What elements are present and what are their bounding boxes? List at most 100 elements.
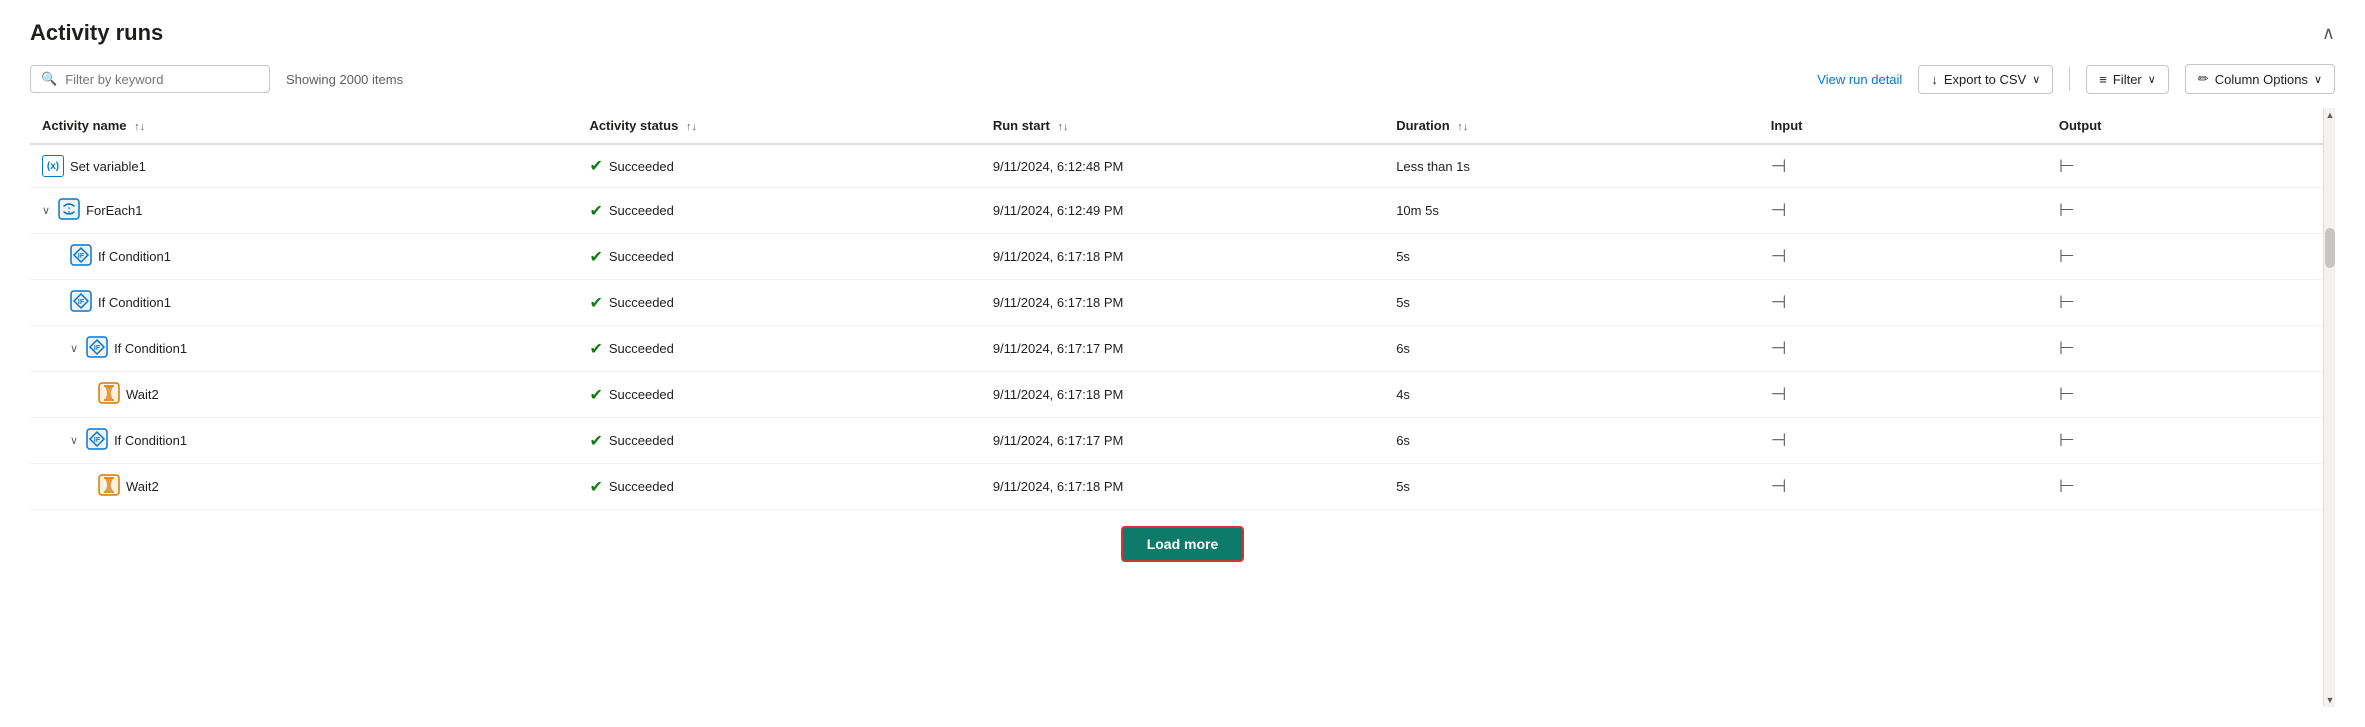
- activity-name-cell: (x) Set variable1: [30, 144, 577, 188]
- input-icon[interactable]: ⊣: [1771, 384, 1787, 404]
- load-more-button[interactable]: Load more: [1121, 526, 1245, 562]
- run-start-cell: 9/11/2024, 6:17:18 PM: [981, 372, 1384, 418]
- activity-status-cell: ✔ Succeeded: [577, 188, 980, 234]
- run-start-text: 9/11/2024, 6:17:18 PM: [993, 479, 1124, 494]
- run-start-text: 9/11/2024, 6:17:17 PM: [993, 433, 1124, 448]
- run-start-cell: 9/11/2024, 6:17:18 PM: [981, 280, 1384, 326]
- view-run-detail-link[interactable]: View run detail: [1817, 72, 1902, 87]
- status-text: Succeeded: [609, 341, 674, 356]
- activity-name-text: If Condition1: [114, 433, 187, 448]
- succeeded-check-icon: ✔: [589, 156, 602, 176]
- collapse-row-icon[interactable]: ∨: [70, 434, 78, 447]
- status-text: Succeeded: [609, 387, 674, 402]
- activity-runs-table: Activity name ↑↓ Activity status ↑↓ Run …: [30, 108, 2335, 578]
- input-icon[interactable]: ⊣: [1771, 292, 1787, 312]
- sort-activity-status-icon[interactable]: ↑↓: [686, 121, 697, 133]
- duration-text: 5s: [1396, 249, 1410, 264]
- input-icon[interactable]: ⊣: [1771, 200, 1787, 220]
- page-title: Activity runs: [30, 20, 163, 46]
- run-start-cell: 9/11/2024, 6:17:17 PM: [981, 418, 1384, 464]
- input-icon[interactable]: ⊣: [1771, 430, 1787, 450]
- output-cell: ⊢: [2047, 188, 2335, 234]
- activity-name-cell: Wait2: [30, 372, 577, 418]
- input-icon[interactable]: ⊣: [1771, 156, 1787, 176]
- output-icon[interactable]: ⊢: [2059, 292, 2075, 312]
- output-icon[interactable]: ⊢: [2059, 200, 2075, 220]
- sort-duration-icon[interactable]: ↑↓: [1457, 121, 1468, 133]
- output-icon[interactable]: ⊢: [2059, 156, 2075, 176]
- col-activity-status[interactable]: Activity status ↑↓: [577, 108, 980, 144]
- status-badge: ✔ Succeeded: [589, 339, 968, 359]
- collapse-panel-icon[interactable]: ∧: [2322, 23, 2335, 44]
- search-input[interactable]: [65, 72, 259, 87]
- activity-icon: IF: [70, 244, 92, 269]
- table-row: ∨ ForEach1 ✔ Succeeded 9/11/2024, 6:12:4…: [30, 188, 2335, 234]
- filter-chevron-icon: ∨: [2148, 73, 2156, 86]
- table-row: IF If Condition1 ✔ Succeeded 9/11/2024, …: [30, 280, 2335, 326]
- duration-text: 6s: [1396, 341, 1410, 356]
- collapse-row-icon[interactable]: ∨: [42, 204, 50, 217]
- toolbar-left: 🔍 Showing 2000 items: [30, 65, 403, 93]
- col-run-start[interactable]: Run start ↑↓: [981, 108, 1384, 144]
- activity-icon: [58, 198, 80, 223]
- export-csv-button[interactable]: ↓ Export to CSV ∨: [1918, 65, 2053, 94]
- scrollbar-thumb[interactable]: [2325, 228, 2335, 268]
- status-badge: ✔ Succeeded: [589, 156, 968, 176]
- input-cell: ⊣: [1759, 326, 2047, 372]
- search-box[interactable]: 🔍: [30, 65, 270, 93]
- table-row: Wait2 ✔ Succeeded 9/11/2024, 6:17:18 PM …: [30, 372, 2335, 418]
- run-start-text: 9/11/2024, 6:17:18 PM: [993, 249, 1124, 264]
- scroll-down-button[interactable]: ▼: [2324, 693, 2335, 707]
- status-text: Succeeded: [609, 295, 674, 310]
- load-more-row: Load more: [30, 510, 2335, 579]
- activity-icon: IF: [70, 290, 92, 315]
- column-options-button[interactable]: ✏ Column Options ∨: [2185, 64, 2335, 94]
- status-text: Succeeded: [609, 433, 674, 448]
- output-icon[interactable]: ⊢: [2059, 246, 2075, 266]
- activity-status-cell: ✔ Succeeded: [577, 326, 980, 372]
- run-start-cell: 9/11/2024, 6:17:18 PM: [981, 234, 1384, 280]
- output-cell: ⊢: [2047, 144, 2335, 188]
- col-output: Output: [2047, 108, 2335, 144]
- status-text: Succeeded: [609, 159, 674, 174]
- duration-text: 5s: [1396, 295, 1410, 310]
- activity-status-cell: ✔ Succeeded: [577, 418, 980, 464]
- succeeded-check-icon: ✔: [589, 247, 602, 267]
- sort-run-start-icon[interactable]: ↑↓: [1058, 121, 1069, 133]
- filter-button[interactable]: ≡ Filter ∨: [2086, 65, 2169, 94]
- output-icon[interactable]: ⊢: [2059, 338, 2075, 358]
- input-cell: ⊣: [1759, 464, 2047, 510]
- output-icon[interactable]: ⊢: [2059, 384, 2075, 404]
- duration-cell: Less than 1s: [1384, 144, 1759, 188]
- activity-name-cell: ∨ ForEach1: [30, 188, 577, 234]
- duration-cell: 10m 5s: [1384, 188, 1759, 234]
- output-cell: ⊢: [2047, 326, 2335, 372]
- status-text: Succeeded: [609, 249, 674, 264]
- duration-cell: 5s: [1384, 464, 1759, 510]
- succeeded-check-icon: ✔: [589, 339, 602, 359]
- activity-name-cell: ∨ IF If Condition1: [30, 418, 577, 464]
- col-duration[interactable]: Duration ↑↓: [1384, 108, 1759, 144]
- succeeded-check-icon: ✔: [589, 385, 602, 405]
- header-row: Activity runs ∧: [30, 20, 2335, 46]
- input-cell: ⊣: [1759, 372, 2047, 418]
- toolbar-right: View run detail ↓ Export to CSV ∨ ≡ Filt…: [1817, 64, 2335, 94]
- svg-text:IF: IF: [78, 253, 85, 260]
- output-icon[interactable]: ⊢: [2059, 430, 2075, 450]
- activity-name-text: Set variable1: [70, 159, 146, 174]
- col-activity-name[interactable]: Activity name ↑↓: [30, 108, 577, 144]
- collapse-row-icon[interactable]: ∨: [70, 342, 78, 355]
- activity-status-cell: ✔ Succeeded: [577, 234, 980, 280]
- input-icon[interactable]: ⊣: [1771, 338, 1787, 358]
- sort-activity-name-icon[interactable]: ↑↓: [134, 121, 145, 133]
- input-icon[interactable]: ⊣: [1771, 476, 1787, 496]
- activity-name-text: If Condition1: [114, 341, 187, 356]
- filter-icon: ≡: [2099, 72, 2107, 87]
- output-cell: ⊢: [2047, 372, 2335, 418]
- status-badge: ✔ Succeeded: [589, 247, 968, 267]
- output-icon[interactable]: ⊢: [2059, 476, 2075, 496]
- duration-cell: 5s: [1384, 280, 1759, 326]
- scroll-up-button[interactable]: ▲: [2324, 108, 2335, 122]
- activity-name-text: If Condition1: [98, 295, 171, 310]
- input-icon[interactable]: ⊣: [1771, 246, 1787, 266]
